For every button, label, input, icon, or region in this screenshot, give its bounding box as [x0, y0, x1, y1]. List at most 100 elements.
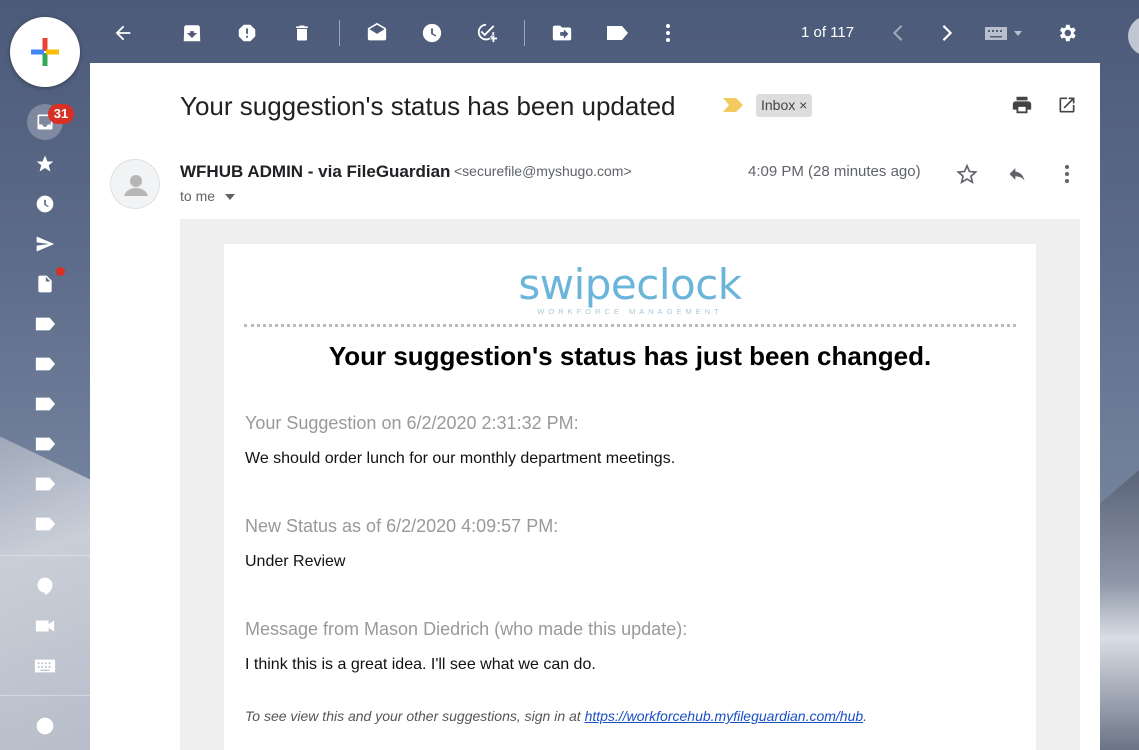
mark-unread-button[interactable]	[361, 17, 393, 49]
clock-icon	[36, 195, 54, 213]
email-headline: Your suggestion's status has just been c…	[328, 341, 932, 371]
print-icon	[1012, 96, 1032, 114]
label-icon	[35, 477, 56, 491]
inbox-unread-badge: 31	[48, 104, 74, 124]
person-icon	[124, 175, 148, 196]
toolbar-separator	[524, 20, 525, 46]
recipients-toggle[interactable]: to me	[180, 188, 235, 204]
plus-icon	[31, 38, 59, 66]
drafts-dot	[56, 267, 65, 276]
logo-tagline: WORKFORCE MANAGEMENT	[537, 307, 723, 316]
add-task-icon	[477, 23, 498, 43]
inbox-label-text: Inbox	[761, 97, 796, 113]
hangouts-icon	[37, 577, 53, 596]
delete-icon	[296, 25, 308, 41]
keyboard-icon	[34, 659, 56, 673]
rail-label-4[interactable]	[27, 426, 63, 462]
input-tools-button[interactable]	[980, 17, 1028, 49]
rail-snoozed[interactable]	[27, 186, 63, 222]
star-icon	[36, 155, 54, 172]
suggestion-text: We should order lunch for our monthly de…	[245, 450, 676, 467]
footer-prefix: To see view this and your other suggesti…	[245, 708, 585, 724]
quote-icon	[36, 717, 54, 735]
send-icon	[36, 236, 55, 252]
rail-label-2[interactable]	[27, 346, 63, 382]
keyboard-icon	[985, 27, 1022, 40]
rail-label-5[interactable]	[27, 466, 63, 502]
status-label: New Status as of 6/2/2020 4:09:57 PM:	[245, 516, 559, 536]
message-card: Your suggestion's status has been update…	[90, 63, 1100, 750]
status-text: Under Review	[245, 553, 346, 570]
swipeclock-logo: swipeclock	[518, 260, 742, 309]
more-vert-icon	[666, 24, 670, 42]
rail-hangouts[interactable]	[27, 568, 63, 604]
label-icon	[35, 357, 56, 371]
open-in-new-icon	[1059, 97, 1075, 113]
reply-button[interactable]	[1000, 157, 1034, 191]
rail-meet[interactable]	[27, 608, 63, 644]
message-counter: 1 of 117	[801, 24, 855, 41]
email-subject: Your suggestion's status has been update…	[180, 91, 676, 121]
add-task-button[interactable]	[471, 17, 503, 49]
rail-starred[interactable]	[27, 146, 63, 182]
star-outline-icon	[956, 163, 978, 184]
importance-marker-icon[interactable]	[723, 98, 743, 112]
rail-label-6[interactable]	[27, 506, 63, 542]
report-spam-button[interactable]	[231, 17, 263, 49]
mark-unread-icon	[367, 22, 387, 41]
rail-sent[interactable]	[27, 226, 63, 262]
video-icon	[35, 620, 55, 632]
settings-icon	[1059, 24, 1076, 42]
archive-button[interactable]	[176, 17, 208, 49]
labels-button[interactable]	[601, 17, 633, 49]
older-button[interactable]	[882, 17, 914, 49]
rail-keyboard[interactable]	[27, 648, 63, 684]
rail-divider	[0, 695, 90, 696]
delete-button[interactable]	[286, 17, 318, 49]
open-new-window-button[interactable]	[1053, 91, 1081, 119]
report-spam-icon	[238, 24, 256, 42]
settings-button[interactable]	[1051, 17, 1083, 49]
star-button[interactable]	[950, 157, 984, 191]
rail-chat[interactable]	[27, 708, 63, 744]
more-button[interactable]	[652, 17, 684, 49]
snooze-icon	[422, 23, 442, 43]
remove-label-icon[interactable]: ×	[799, 97, 807, 113]
inbox-label-chip: Inbox ×	[756, 94, 813, 117]
move-to-icon	[552, 25, 572, 41]
next-icon	[942, 25, 953, 41]
draft-icon	[38, 275, 52, 293]
label-icon	[35, 317, 56, 331]
move-to-button[interactable]	[546, 17, 578, 49]
dotted-divider	[244, 324, 1016, 327]
compose-button[interactable]	[10, 17, 80, 87]
message-more-button[interactable]	[1050, 157, 1084, 191]
footer-suffix: .	[863, 708, 868, 724]
snooze-button[interactable]	[416, 17, 448, 49]
background-mountain-right	[1100, 470, 1139, 750]
label-icon	[35, 517, 56, 531]
toolbar-separator	[339, 20, 340, 46]
hub-link[interactable]: https://workforcehub.myfileguardian.com/…	[585, 708, 864, 724]
label-icon	[35, 397, 56, 411]
message-label: Message from Mason Diedrich (who made th…	[245, 619, 688, 639]
back-arrow-icon	[115, 25, 131, 41]
message-time: 4:09 PM (28 minutes ago)	[748, 163, 921, 180]
message-text: I think this is a great idea. I'll see w…	[245, 656, 596, 673]
sender-avatar	[110, 159, 160, 209]
reply-icon	[1009, 168, 1025, 181]
newer-button[interactable]	[931, 17, 963, 49]
account-avatar[interactable]	[1128, 16, 1139, 56]
back-button[interactable]	[107, 17, 139, 49]
rail-label-1[interactable]	[27, 306, 63, 342]
labels-icon	[607, 26, 628, 40]
more-vert-icon	[1065, 165, 1069, 183]
archive-icon	[183, 25, 201, 42]
recipients-label: to me	[180, 188, 216, 204]
sender-name: WFHUB ADMIN - via FileGuardian	[180, 162, 451, 181]
email-body: swipeclock WORKFORCE MANAGEMENT Your sug…	[224, 244, 1036, 750]
print-button[interactable]	[1008, 91, 1036, 119]
footer-note: To see view this and your other suggesti…	[245, 708, 867, 724]
label-icon	[35, 437, 56, 451]
rail-label-3[interactable]	[27, 386, 63, 422]
